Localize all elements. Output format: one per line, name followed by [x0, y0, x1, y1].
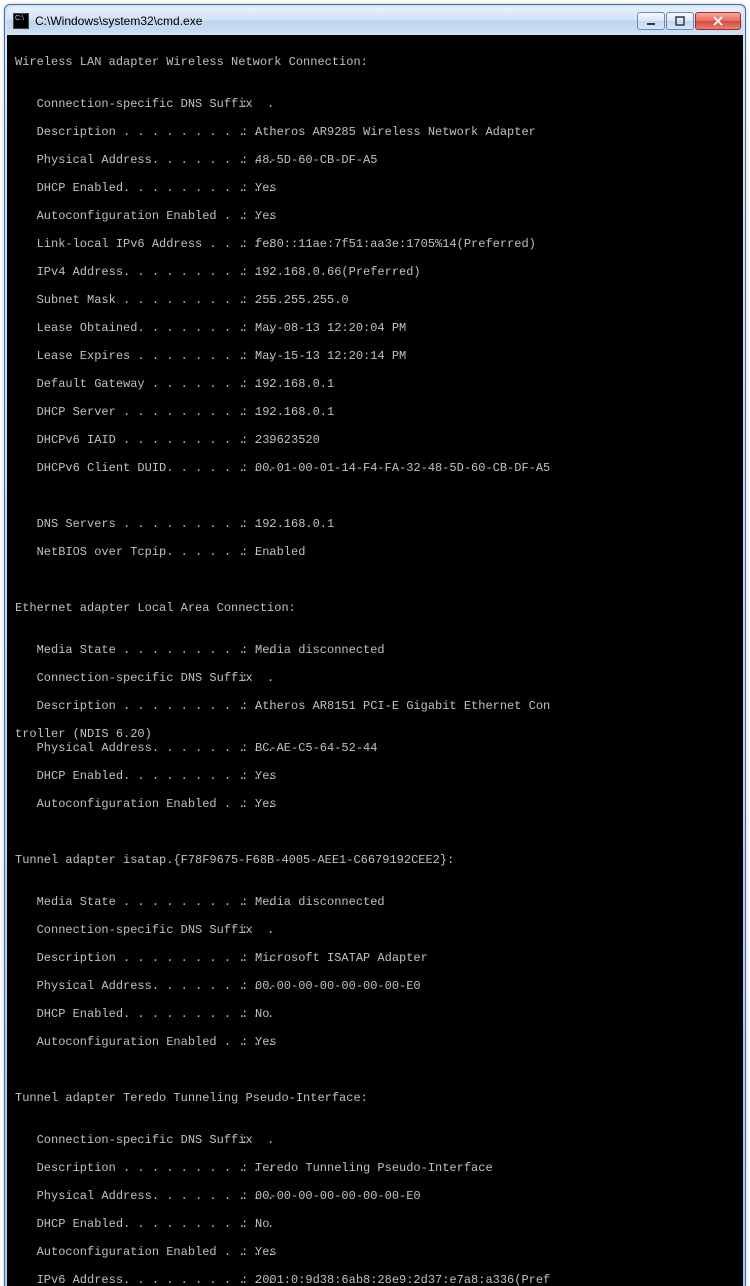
wlan-dhcpv6-iaid: DHCPv6 IAID . . . . . . . . . . .: 23962… [15, 433, 735, 447]
window-controls [637, 12, 741, 30]
titlebar[interactable]: C:\Windows\system32\cmd.exe [7, 7, 743, 35]
teredo-dhcp-enabled: DHCP Enabled. . . . . . . . . . .: No [15, 1217, 735, 1231]
maximize-button[interactable] [666, 12, 694, 30]
wlan-gateway: Default Gateway . . . . . . . . .: 192.1… [15, 377, 735, 391]
isatap-dns-suffix: Connection-specific DNS Suffix .: [15, 923, 735, 937]
eth-physical-address: Physical Address. . . . . . . . .: BC-AE… [15, 741, 735, 755]
cmd-window: C:\Windows\system32\cmd.exe Wireless LAN… [4, 4, 746, 1286]
teredo-physical-address: Physical Address. . . . . . . . .: 00-00… [15, 1189, 735, 1203]
wlan-subnet-mask: Subnet Mask . . . . . . . . . . .: 255.2… [15, 293, 735, 307]
eth-dhcp-enabled: DHCP Enabled. . . . . . . . . . .: Yes [15, 769, 735, 783]
isatap-media-state: Media State . . . . . . . . . . .: Media… [15, 895, 735, 909]
wlan-dns-servers: DNS Servers . . . . . . . . . . .: 192.1… [15, 517, 735, 531]
console-output[interactable]: Wireless LAN adapter Wireless Network Co… [7, 35, 743, 1286]
isatap-physical-address: Physical Address. . . . . . . . .: 00-00… [15, 979, 735, 993]
wlan-ipv4: IPv4 Address. . . . . . . . . . .: 192.1… [15, 265, 735, 279]
isatap-autoconfig: Autoconfiguration Enabled . . . .: Yes [15, 1035, 735, 1049]
cmd-icon [13, 13, 29, 29]
isatap-dhcp-enabled: DHCP Enabled. . . . . . . . . . .: No [15, 1007, 735, 1021]
section-header-isatap: Tunnel adapter isatap.{F78F9675-F68B-400… [15, 853, 454, 867]
wlan-dns-suffix: Connection-specific DNS Suffix .: [15, 97, 735, 111]
wlan-physical-address: Physical Address. . . . . . . . .: 48-5D… [15, 153, 735, 167]
eth-description: Description . . . . . . . . . . .: Ather… [15, 699, 735, 713]
wlan-linklocal-ipv6: Link-local IPv6 Address . . . . .: fe80:… [15, 237, 735, 251]
wlan-lease-obtained: Lease Obtained. . . . . . . . . .: May-0… [15, 321, 735, 335]
wlan-dhcp-server: DHCP Server . . . . . . . . . . .: 192.1… [15, 405, 735, 419]
close-button[interactable] [695, 12, 741, 30]
teredo-autoconfig: Autoconfiguration Enabled . . . .: Yes [15, 1245, 735, 1259]
wlan-lease-expires: Lease Expires . . . . . . . . . .: May-1… [15, 349, 735, 363]
section-header-ethernet: Ethernet adapter Local Area Connection: [15, 601, 296, 615]
window-title: C:\Windows\system32\cmd.exe [35, 14, 637, 28]
teredo-dns-suffix: Connection-specific DNS Suffix .: [15, 1133, 735, 1147]
wlan-dhcpv6-duid: DHCPv6 Client DUID. . . . . . . .: 00-01… [15, 461, 735, 475]
teredo-description: Description . . . . . . . . . . .: Tered… [15, 1161, 735, 1175]
minimize-button[interactable] [637, 12, 665, 30]
eth-dns-suffix: Connection-specific DNS Suffix .: [15, 671, 735, 685]
wlan-netbios: NetBIOS over Tcpip. . . . . . . .: Enabl… [15, 545, 735, 559]
eth-autoconfig: Autoconfiguration Enabled . . . .: Yes [15, 797, 735, 811]
wlan-dhcp-enabled: DHCP Enabled. . . . . . . . . . .: Yes [15, 181, 735, 195]
wlan-description: Description . . . . . . . . . . .: Ather… [15, 125, 735, 139]
eth-description-wrap: troller (NDIS 6.20) [15, 727, 152, 741]
isatap-description: Description . . . . . . . . . . .: Micro… [15, 951, 735, 965]
teredo-ipv6: IPv6 Address. . . . . . . . . . .: 2001:… [15, 1273, 735, 1286]
section-header-wlan: Wireless LAN adapter Wireless Network Co… [15, 55, 368, 69]
wlan-autoconfig: Autoconfiguration Enabled . . . .: Yes [15, 209, 735, 223]
eth-media-state: Media State . . . . . . . . . . .: Media… [15, 643, 735, 657]
section-header-teredo: Tunnel adapter Teredo Tunneling Pseudo-I… [15, 1091, 368, 1105]
